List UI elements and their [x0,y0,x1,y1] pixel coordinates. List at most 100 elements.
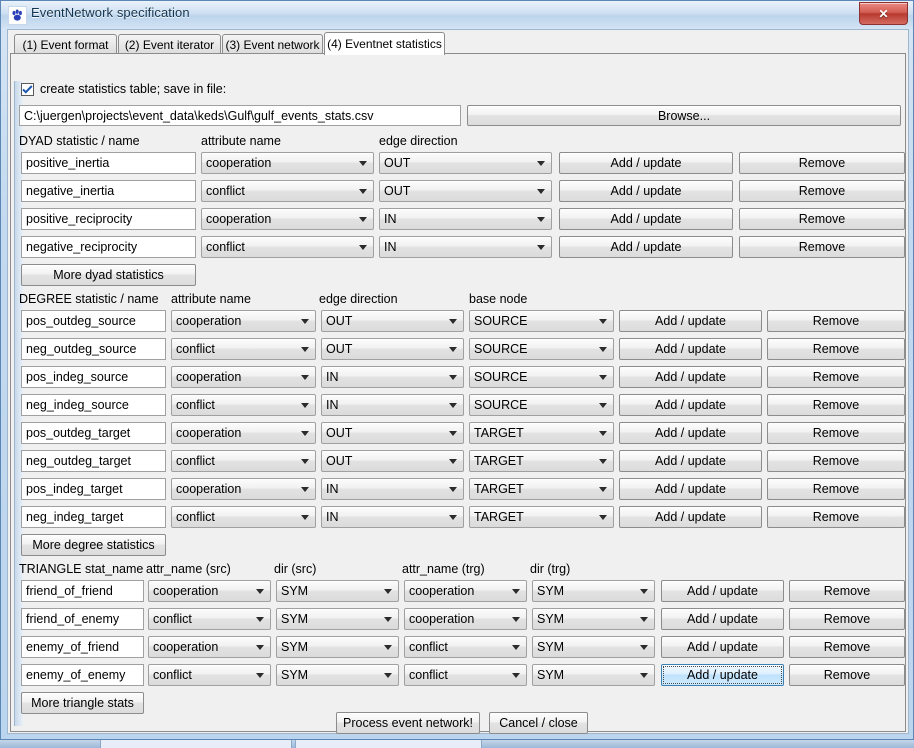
triangle-add-update-button[interactable]: Add / update [661,580,784,602]
degree-add-update-button[interactable]: Add / update [619,422,762,444]
triangle-dir-src-select[interactable]: SYM [276,636,399,658]
degree-direction-select[interactable]: IN [321,394,464,416]
dyad-direction-select[interactable]: OUT [379,180,552,202]
degree-attribute-select[interactable]: conflict [171,338,316,360]
triangle-attr-trg-select[interactable]: cooperation [404,608,527,630]
degree-name-input[interactable]: pos_indeg_target [21,478,166,500]
dyad-name-input[interactable]: positive_reciprocity [21,208,196,230]
tab-event-iterator[interactable]: (2) Event iterator [118,34,221,54]
triangle-remove-button[interactable]: Remove [789,580,905,602]
degree-base-node-select[interactable]: SOURCE [469,310,614,332]
degree-add-update-button[interactable]: Add / update [619,394,762,416]
degree-direction-select[interactable]: IN [321,478,464,500]
triangle-attr-src-select[interactable]: cooperation [148,580,271,602]
dyad-attribute-select[interactable]: conflict [201,236,374,258]
triangle-name-input[interactable]: friend_of_enemy [21,608,144,630]
degree-attribute-select[interactable]: conflict [171,450,316,472]
dyad-remove-button[interactable]: Remove [739,180,905,202]
triangle-dir-trg-select[interactable]: SYM [532,580,655,602]
triangle-remove-button[interactable]: Remove [789,608,905,630]
triangle-dir-trg-select[interactable]: SYM [532,664,655,686]
degree-add-update-button[interactable]: Add / update [619,366,762,388]
degree-add-update-button[interactable]: Add / update [619,478,762,500]
degree-base-node-select[interactable]: SOURCE [469,394,614,416]
triangle-remove-button[interactable]: Remove [789,664,905,686]
triangle-name-input[interactable]: enemy_of_friend [21,636,144,658]
degree-name-input[interactable]: neg_outdeg_source [21,338,166,360]
degree-name-input[interactable]: neg_indeg_target [21,506,166,528]
degree-base-node-select[interactable]: TARGET [469,478,614,500]
triangle-attr-trg-select[interactable]: conflict [404,636,527,658]
degree-remove-button[interactable]: Remove [767,506,905,528]
degree-attribute-select[interactable]: cooperation [171,310,316,332]
triangle-dir-trg-select[interactable]: SYM [532,608,655,630]
degree-direction-select[interactable]: IN [321,506,464,528]
degree-base-node-select[interactable]: TARGET [469,422,614,444]
degree-base-node-select[interactable]: TARGET [469,450,614,472]
dyad-add-update-button[interactable]: Add / update [559,180,733,202]
triangle-add-update-button[interactable]: Add / update [661,608,784,630]
triangle-attr-src-select[interactable]: cooperation [148,636,271,658]
triangle-dir-src-select[interactable]: SYM [276,580,399,602]
dyad-remove-button[interactable]: Remove [739,236,905,258]
degree-remove-button[interactable]: Remove [767,450,905,472]
dyad-direction-select[interactable]: IN [379,236,552,258]
degree-add-update-button[interactable]: Add / update [619,338,762,360]
degree-name-input[interactable]: pos_outdeg_target [21,422,166,444]
degree-base-node-select[interactable]: SOURCE [469,338,614,360]
dyad-name-input[interactable]: negative_inertia [21,180,196,202]
dyad-remove-button[interactable]: Remove [739,208,905,230]
close-button[interactable]: ✕ [859,2,908,25]
dyad-add-update-button[interactable]: Add / update [559,236,733,258]
stats-file-path-input[interactable]: C:\juergen\projects\event_data\keds\Gulf… [19,105,461,126]
cancel-close-button[interactable]: Cancel / close [489,712,588,734]
degree-remove-button[interactable]: Remove [767,478,905,500]
triangle-attr-trg-select[interactable]: cooperation [404,580,527,602]
triangle-name-input[interactable]: friend_of_friend [21,580,144,602]
degree-remove-button[interactable]: Remove [767,338,905,360]
triangle-dir-src-select[interactable]: SYM [276,664,399,686]
degree-name-input[interactable]: neg_indeg_source [21,394,166,416]
degree-attribute-select[interactable]: cooperation [171,422,316,444]
dyad-name-input[interactable]: positive_inertia [21,152,196,174]
degree-name-input[interactable]: pos_outdeg_source [21,310,166,332]
degree-remove-button[interactable]: Remove [767,394,905,416]
triangle-add-update-button[interactable]: Add / update [661,636,784,658]
dyad-direction-select[interactable]: OUT [379,152,552,174]
create-statistics-table-checkbox[interactable] [21,82,34,96]
triangle-dir-trg-select[interactable]: SYM [532,636,655,658]
degree-attribute-select[interactable]: cooperation [171,478,316,500]
degree-attribute-select[interactable]: conflict [171,394,316,416]
dyad-add-update-button[interactable]: Add / update [559,152,733,174]
dyad-name-input[interactable]: negative_reciprocity [21,236,196,258]
tab-event-format[interactable]: (1) Event format [14,34,117,54]
triangle-attr-src-select[interactable]: conflict [148,664,271,686]
more-triangle-stats-button[interactable]: More triangle stats [21,692,144,714]
tab-event-network[interactable]: (3) Event network [222,34,323,54]
degree-remove-button[interactable]: Remove [767,422,905,444]
degree-name-input[interactable]: pos_indeg_source [21,366,166,388]
degree-base-node-select[interactable]: TARGET [469,506,614,528]
dyad-remove-button[interactable]: Remove [739,152,905,174]
triangle-dir-src-select[interactable]: SYM [276,608,399,630]
browse-button[interactable]: Browse... [467,105,901,126]
degree-direction-select[interactable]: OUT [321,338,464,360]
degree-attribute-select[interactable]: cooperation [171,366,316,388]
dyad-direction-select[interactable]: IN [379,208,552,230]
process-event-network-button[interactable]: Process event network! [336,712,480,734]
triangle-add-update-button-focused[interactable]: Add / update [661,664,784,686]
degree-add-update-button[interactable]: Add / update [619,450,762,472]
more-degree-statistics-button[interactable]: More degree statistics [21,534,166,556]
degree-name-input[interactable]: neg_outdeg_target [21,450,166,472]
tab-eventnet-statistics[interactable]: (4) Eventnet statistics [324,32,445,55]
degree-direction-select[interactable]: OUT [321,422,464,444]
degree-add-update-button[interactable]: Add / update [619,506,762,528]
degree-direction-select[interactable]: OUT [321,450,464,472]
triangle-name-input[interactable]: enemy_of_enemy [21,664,144,686]
dyad-attribute-select[interactable]: cooperation [201,152,374,174]
degree-remove-button[interactable]: Remove [767,310,905,332]
degree-add-update-button[interactable]: Add / update [619,310,762,332]
triangle-attr-trg-select[interactable]: conflict [404,664,527,686]
dyad-attribute-select[interactable]: conflict [201,180,374,202]
dyad-add-update-button[interactable]: Add / update [559,208,733,230]
